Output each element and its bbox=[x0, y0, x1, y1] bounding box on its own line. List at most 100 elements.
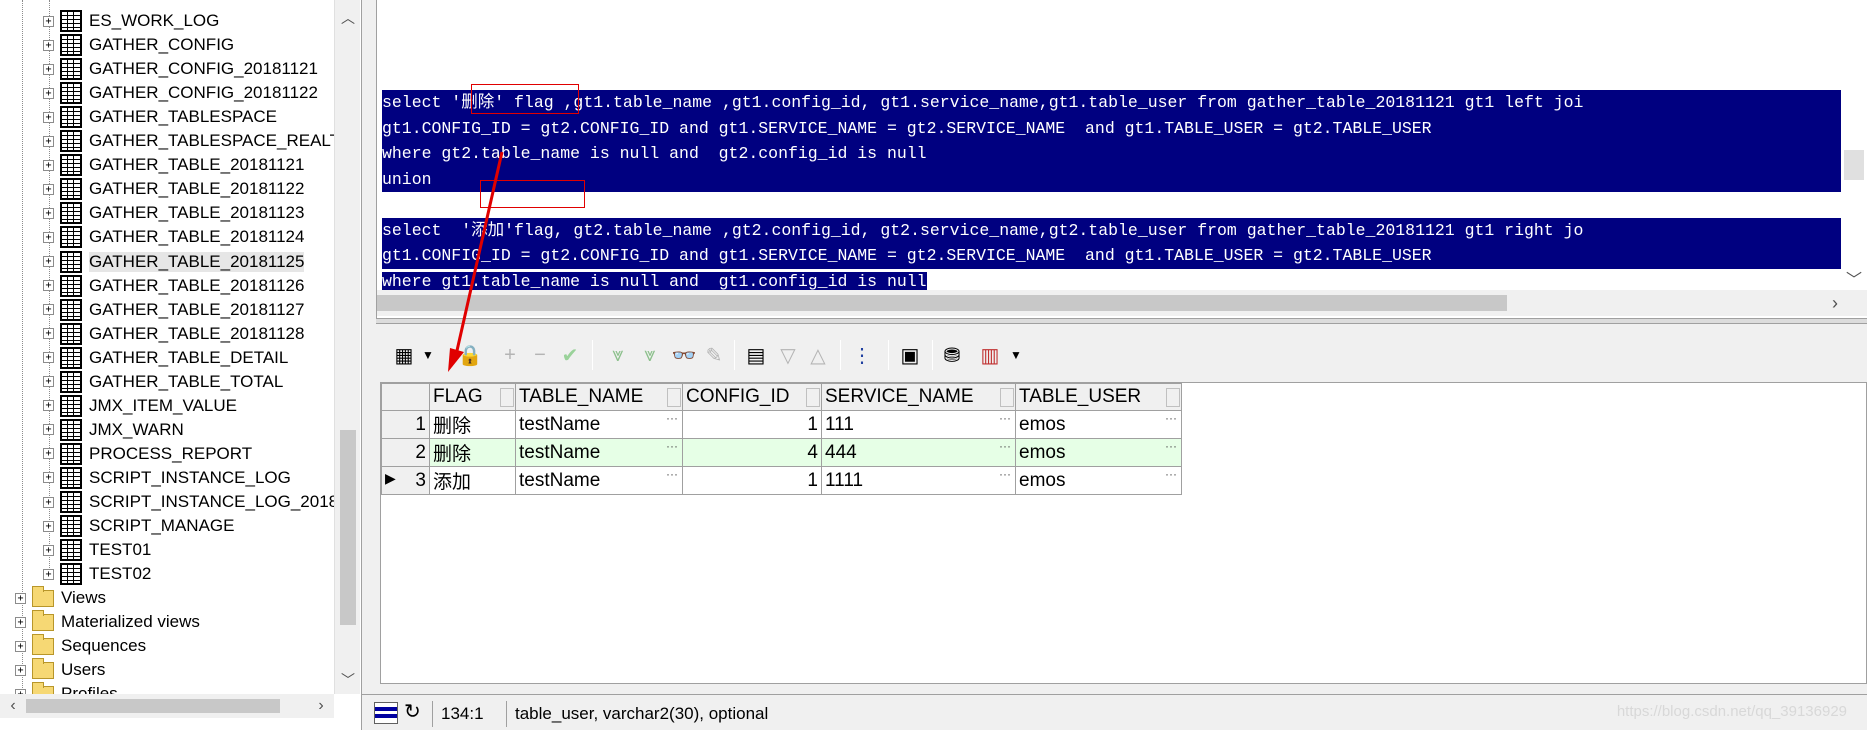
sort-desc-icon[interactable]: ▽ bbox=[774, 340, 802, 370]
scroll-thumb[interactable] bbox=[1844, 150, 1864, 180]
clear-icon[interactable]: ✎ bbox=[700, 340, 728, 370]
expand-icon[interactable]: + bbox=[43, 352, 54, 364]
grid-cell-config-id[interactable]: 1 bbox=[682, 410, 822, 439]
tree-view-icon[interactable]: ⋮ bbox=[848, 340, 876, 370]
tree-item-table[interactable]: + GATHER_TABLE_20181127 bbox=[43, 298, 304, 322]
scroll-left-arrow-icon[interactable]: ‹ bbox=[0, 694, 26, 718]
tree-item-table[interactable]: + GATHER_CONFIG_20181122 bbox=[43, 81, 318, 105]
cell-edit-button[interactable]: ··· bbox=[1165, 439, 1177, 453]
tree-item-table[interactable]: + GATHER_TABLE_20181121 bbox=[43, 153, 304, 177]
tree-item-folder[interactable]: +Profiles bbox=[15, 681, 118, 694]
cell-edit-button[interactable]: ··· bbox=[999, 467, 1011, 481]
tree-item-folder[interactable]: + Sequences bbox=[15, 633, 146, 658]
cell-edit-button[interactable]: ··· bbox=[666, 411, 678, 425]
scroll-down-arrow-icon[interactable]: ﹀ bbox=[1841, 266, 1867, 290]
grid-cell-table-name[interactable]: testName ··· bbox=[515, 410, 683, 439]
post-changes-icon[interactable]: ✔ bbox=[556, 340, 584, 370]
grid-cell-service-name[interactable]: 444 ··· bbox=[821, 438, 1016, 467]
chart-icon[interactable]: ▥ bbox=[976, 340, 1004, 370]
scroll-thumb[interactable] bbox=[340, 430, 356, 625]
chevron-down-icon[interactable]: ▼ bbox=[414, 340, 442, 370]
export-icon[interactable]: ⛃ bbox=[938, 340, 966, 370]
expand-icon[interactable]: + bbox=[43, 231, 54, 243]
tree-item-table[interactable]: + GATHER_TABLE_20181125 bbox=[43, 250, 305, 274]
tree-item-folder[interactable]: + Views bbox=[15, 585, 106, 610]
column-header-config-id[interactable]: CONFIG_ID bbox=[682, 383, 822, 411]
column-header-flag[interactable]: FLAG bbox=[429, 383, 516, 411]
expand-icon[interactable]: + bbox=[43, 135, 54, 147]
sort-asc-icon[interactable]: △ bbox=[804, 340, 832, 370]
row-number[interactable]: 1 bbox=[381, 410, 430, 439]
grid-cell-config-id[interactable]: 4 bbox=[682, 438, 822, 467]
expand-icon[interactable]: + bbox=[43, 448, 54, 460]
expand-icon[interactable]: + bbox=[43, 328, 54, 340]
tree-item-table[interactable]: + GATHER_TABLE_20181123 bbox=[43, 201, 304, 225]
expand-icon[interactable]: + bbox=[43, 63, 54, 75]
scroll-thumb[interactable] bbox=[26, 699, 280, 713]
tree-item-folder[interactable]: + Users bbox=[15, 657, 105, 682]
tree-item-table[interactable]: + GATHER_TABLE_20181128 bbox=[43, 322, 304, 346]
column-filter-button[interactable] bbox=[1166, 388, 1180, 407]
splitter[interactable] bbox=[376, 318, 1867, 324]
column-filter-button[interactable] bbox=[500, 388, 514, 407]
column-filter-button[interactable] bbox=[1000, 388, 1014, 407]
tree-item-table[interactable]: + ES_WORK_LOG bbox=[43, 9, 219, 33]
grid-cell-table-user[interactable]: emos ··· bbox=[1015, 410, 1182, 439]
column-filter-button[interactable] bbox=[667, 388, 681, 407]
sql-text[interactable]: select '删除' flag ,gt1.table_name ,gt1.co… bbox=[382, 90, 1842, 294]
expand-icon[interactable]: + bbox=[15, 592, 26, 604]
row-number[interactable]: ▶ 3 bbox=[381, 466, 430, 495]
grid-cell-flag[interactable]: 删除 bbox=[429, 438, 516, 467]
grid-cell-table-user[interactable]: emos ··· bbox=[1015, 438, 1182, 467]
sql-editor[interactable]: select '删除' flag ,gt1.table_name ,gt1.co… bbox=[376, 0, 1867, 320]
grid-cell-flag[interactable]: 删除 bbox=[429, 410, 516, 439]
table-row[interactable]: ▶ 3 添加 testName ··· 1 1111 ··· emos ··· bbox=[381, 466, 1182, 495]
tree-item-table[interactable]: + GATHER_TABLE_TOTAL bbox=[43, 370, 283, 394]
fetch-last-icon[interactable]: ⩔ bbox=[636, 340, 664, 370]
expand-icon[interactable]: + bbox=[43, 472, 54, 484]
tree-item-table[interactable]: + GATHER_CONFIG bbox=[43, 33, 234, 57]
expand-icon[interactable]: + bbox=[43, 207, 54, 219]
cell-edit-button[interactable]: ··· bbox=[666, 467, 678, 481]
expand-icon[interactable]: + bbox=[15, 664, 26, 676]
grid-cell-flag[interactable]: 添加 bbox=[429, 466, 516, 495]
scroll-down-arrow-icon[interactable]: ﹀ bbox=[335, 670, 361, 694]
grid-cell-service-name[interactable]: 111 ··· bbox=[821, 410, 1016, 439]
cell-edit-button[interactable]: ··· bbox=[1165, 467, 1177, 481]
column-filter-button[interactable] bbox=[806, 388, 820, 407]
column-header-service-name[interactable]: SERVICE_NAME bbox=[821, 383, 1016, 411]
expand-icon[interactable]: + bbox=[43, 256, 54, 267]
scroll-right-arrow-icon[interactable]: › bbox=[1822, 290, 1848, 316]
grid-cell-table-user[interactable]: emos ··· bbox=[1015, 466, 1182, 495]
column-header-table-user[interactable]: TABLE_USER bbox=[1015, 383, 1182, 411]
scroll-thumb[interactable] bbox=[377, 295, 1507, 311]
cell-edit-button[interactable]: ··· bbox=[1165, 411, 1177, 425]
tree-item-table[interactable]: + GATHER_TABLE_DETAIL bbox=[43, 346, 288, 370]
expand-icon[interactable]: + bbox=[43, 87, 54, 99]
find-binoculars-icon[interactable]: 👓 bbox=[670, 340, 698, 370]
expand-icon[interactable]: + bbox=[43, 496, 54, 508]
row-number[interactable]: 2 bbox=[381, 438, 430, 467]
tree-item-table[interactable]: + GATHER_TABLESPACE_REALT bbox=[43, 129, 334, 153]
tree-item-table[interactable]: + PROCESS_REPORT bbox=[43, 442, 252, 466]
query-by-example-icon[interactable]: ▤ bbox=[742, 340, 770, 370]
expand-icon[interactable]: + bbox=[43, 568, 54, 580]
column-header-table-name[interactable]: TABLE_NAME bbox=[515, 383, 683, 411]
tree-horizontal-scrollbar[interactable]: ‹ › bbox=[0, 694, 334, 718]
tree-item-table[interactable]: + JMX_WARN bbox=[43, 418, 184, 442]
refresh-icon[interactable]: ↻ bbox=[404, 699, 421, 724]
save-icon[interactable]: ▣ bbox=[896, 340, 924, 370]
grid-cell-config-id[interactable]: 1 bbox=[682, 466, 822, 495]
expand-icon[interactable]: + bbox=[43, 376, 54, 388]
tree-item-table[interactable]: + GATHER_TABLE_20181126 bbox=[43, 274, 304, 298]
delete-record-icon[interactable]: − bbox=[526, 340, 554, 370]
tree-item-table[interactable]: + SCRIPT_MANAGE bbox=[43, 514, 234, 538]
grid-cell-table-name[interactable]: testName ··· bbox=[515, 466, 683, 495]
editor-horizontal-scrollbar[interactable]: › bbox=[377, 290, 1867, 316]
expand-icon[interactable]: + bbox=[43, 15, 54, 27]
grid-cell-table-name[interactable]: testName ··· bbox=[515, 438, 683, 467]
expand-icon[interactable]: + bbox=[43, 520, 54, 532]
grid-cell-service-name[interactable]: 1111 ··· bbox=[821, 466, 1016, 495]
tree-vertical-scrollbar[interactable]: ︿ ﹀ bbox=[334, 0, 360, 694]
tree-item-folder[interactable]: + Materialized views bbox=[15, 609, 200, 634]
